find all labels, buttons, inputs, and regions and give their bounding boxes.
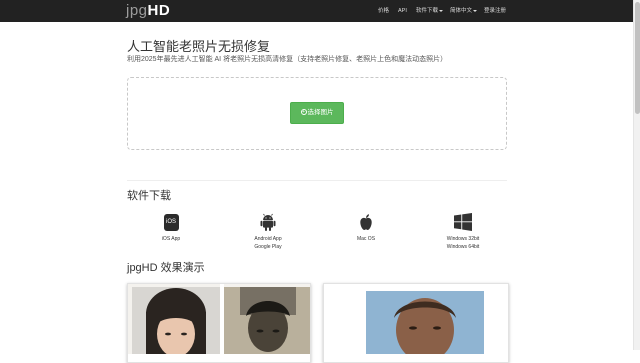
- choose-image-label: 选择图片: [307, 109, 334, 116]
- choose-image-button[interactable]: + 选择图片: [290, 102, 344, 124]
- page-subtitle: 利用2025年最先进人工智能 AI 将老照片无损高清修复（支持老照片修复、老照片…: [127, 56, 448, 63]
- nav-api-link[interactable]: API: [398, 0, 407, 22]
- download-android[interactable]: Android App Google Play: [238, 210, 298, 251]
- nav-login-link[interactable]: 登录注册: [484, 0, 506, 22]
- chevron-down-icon: [473, 9, 478, 12]
- demo-heading: jpgHD 效果演示: [127, 262, 205, 274]
- top-navbar: jpgHD 价格 API 软件下载 简体中文 登录注册: [0, 0, 640, 22]
- apple-icon: [360, 213, 372, 230]
- page-scrollbar[interactable]: [633, 0, 640, 350]
- scrollbar-thumb[interactable]: [635, 2, 640, 114]
- brand-logo-part2: HD: [147, 2, 171, 19]
- plus-circle-icon: +: [300, 108, 307, 115]
- download-android-label-2: Google Play: [254, 244, 282, 250]
- demo-card-1[interactable]: [127, 283, 311, 363]
- download-android-label-1: Android App: [254, 236, 282, 242]
- downloads-heading: 软件下载: [127, 190, 171, 202]
- demo-card-2[interactable]: [323, 283, 509, 363]
- nav-language-label: 简体中文: [450, 8, 473, 14]
- demo-portrait-image: [324, 284, 508, 362]
- nav-price-link[interactable]: 价格: [378, 0, 389, 22]
- windows-icon: [454, 213, 472, 231]
- nav-download-dropdown[interactable]: 软件下载: [416, 0, 444, 22]
- section-divider: [127, 180, 507, 181]
- brand-logo-part1: jpg: [126, 2, 148, 19]
- nav-language-dropdown[interactable]: 简体中文: [450, 0, 478, 22]
- brand-logo[interactable]: jpgHD: [126, 2, 170, 20]
- android-icon: [260, 213, 276, 231]
- ios-icon: iOS: [163, 213, 179, 231]
- download-mac[interactable]: Mac OS: [336, 210, 396, 243]
- demo-before-after-image: [128, 284, 310, 357]
- chevron-down-icon: [439, 9, 444, 12]
- download-ios-label: iOS App: [161, 236, 181, 242]
- download-windows[interactable]: Windows 32bit Windows 64bit: [433, 210, 493, 251]
- download-ios[interactable]: iOS iOS App: [141, 210, 201, 243]
- nav-download-label: 软件下载: [416, 8, 439, 14]
- download-windows-label-1: Windows 32bit: [446, 236, 480, 242]
- download-windows-label-2: Windows 64bit: [446, 244, 480, 250]
- download-mac-label: Mac OS: [356, 236, 376, 242]
- page-title: 人工智能老照片无损修复: [127, 39, 271, 54]
